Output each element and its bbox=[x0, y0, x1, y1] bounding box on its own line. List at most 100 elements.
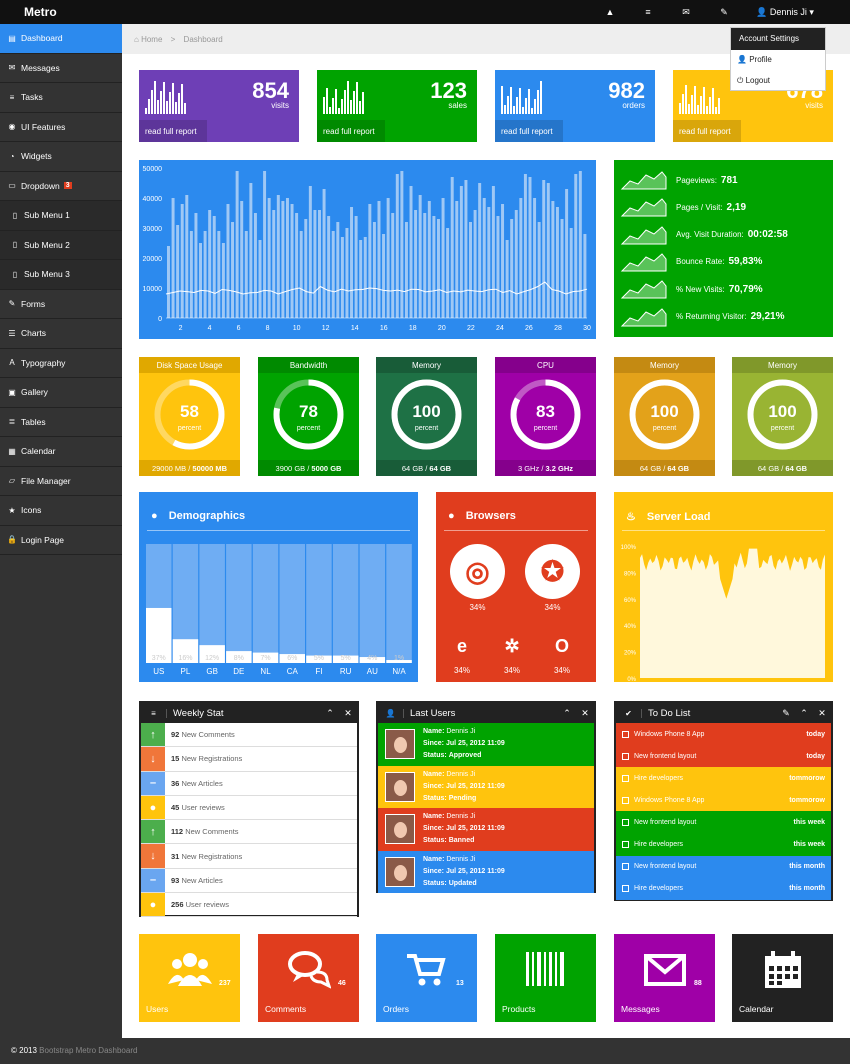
chart-bar bbox=[249, 183, 253, 318]
sidebar-item-calendar[interactable]: ▦ Calendar bbox=[0, 437, 122, 467]
warning-icon[interactable]: ▲ bbox=[592, 0, 628, 24]
read-full-report-link[interactable]: read full report bbox=[673, 120, 741, 142]
sidebar-item-sub-menu-2[interactable]: ▯ Sub Menu 2 bbox=[0, 230, 122, 260]
wrench-icon[interactable]: ✎ bbox=[777, 708, 795, 719]
tile-calendar[interactable]: Calendar bbox=[732, 934, 833, 1022]
last-users-header: 👤 Last Users ⌃ ✕ bbox=[378, 703, 594, 723]
avatar bbox=[385, 814, 415, 845]
close-icon[interactable]: ✕ bbox=[813, 708, 831, 719]
circle-stat-footer: 64 GB / 64 GB bbox=[732, 460, 833, 476]
breadcrumb-home[interactable]: Home bbox=[141, 35, 162, 44]
logout-menu-item[interactable]: ⏻ Logout bbox=[731, 71, 825, 92]
sidebar-item-dashboard[interactable]: ▤ Dashboard bbox=[0, 24, 122, 54]
user-row[interactable]: Name: Dennis Ji Since: Jul 25, 2012 11:09… bbox=[378, 808, 594, 851]
list-icon: ☰ bbox=[8, 328, 16, 338]
chart-bar bbox=[322, 189, 326, 318]
kpi-label: % New Visits: bbox=[676, 284, 725, 294]
collapse-icon[interactable]: ⌃ bbox=[558, 708, 576, 719]
user-row[interactable]: Name: Dennis Ji Since: Jul 25, 2012 11:09… bbox=[378, 723, 594, 766]
user-name-line: Name: Dennis Ji bbox=[423, 726, 505, 738]
sidebar-item-forms[interactable]: ✎ Forms bbox=[0, 290, 122, 319]
sidebar-item-tasks[interactable]: ≡ Tasks bbox=[0, 83, 122, 113]
tile-label: Messages bbox=[621, 1004, 660, 1014]
sidebar-item-dropdown[interactable]: ▭ Dropdown 3 bbox=[0, 172, 122, 201]
sidebar-item-tables[interactable]: ≣ Tables bbox=[0, 408, 122, 437]
tile-products[interactable]: Products bbox=[495, 934, 596, 1022]
tile-messages[interactable]: 88 Messages bbox=[614, 934, 715, 1022]
footer-link[interactable]: Bootstrap Metro Dashboard bbox=[39, 1046, 137, 1055]
file-icon: ▯ bbox=[12, 269, 18, 279]
kpi-value: 70,79% bbox=[728, 283, 763, 295]
todo-checkbox[interactable] bbox=[622, 885, 629, 893]
sidebar-item-charts[interactable]: ☰ Charts bbox=[0, 319, 122, 349]
todo-checkbox[interactable] bbox=[622, 752, 629, 760]
wrench-icon[interactable]: ✎ bbox=[706, 0, 742, 24]
badge: 3 bbox=[63, 182, 72, 190]
weekly-stat-text: 36 New Articles bbox=[165, 779, 223, 788]
profile-menu-item[interactable]: 👤 Profile bbox=[731, 50, 825, 71]
tasks-icon: ≡ bbox=[9, 92, 15, 102]
sidebar-item-messages[interactable]: ✉ Messages bbox=[0, 54, 122, 83]
todo-checkbox[interactable] bbox=[622, 730, 629, 738]
chart-bar bbox=[345, 228, 349, 318]
weekly-stat-text: 92 New Comments bbox=[165, 730, 235, 739]
sidebar-item-file-manager[interactable]: ▱ File Manager bbox=[0, 467, 122, 496]
power-icon: ⏻ bbox=[737, 76, 746, 85]
sidebar-item-label: Messages bbox=[21, 62, 60, 73]
read-full-report-link[interactable]: read full report bbox=[317, 120, 385, 142]
home-icon[interactable]: ⌂ bbox=[134, 35, 141, 44]
todo-checkbox[interactable] bbox=[622, 863, 629, 871]
user-status-value: Banned bbox=[448, 837, 475, 845]
demographics-chart: 37% US 16% PL 12% GB 8% DE 7% NL 6% CA 5% FI 5% RU 4% AU 1… bbox=[146, 544, 412, 676]
todo-checkbox[interactable] bbox=[622, 796, 629, 804]
sidebar-item-widgets[interactable]: ◔ Widgets bbox=[0, 142, 122, 172]
user-since-label: Since: bbox=[423, 740, 445, 748]
circle-stat-disk-space-usage: Disk Space Usage 58 percent 29000 MB / 5000… bbox=[139, 357, 240, 476]
collapse-icon[interactable]: ⌃ bbox=[795, 708, 813, 719]
stat-label: sales bbox=[448, 101, 467, 110]
firefox-icon: ✪ bbox=[525, 544, 580, 599]
sidebar-item-login-page[interactable]: 🔒 Login Page bbox=[0, 526, 122, 555]
tile-orders[interactable]: 13 Orders bbox=[376, 934, 477, 1022]
envelope-icon[interactable]: ✉ bbox=[668, 0, 704, 24]
folder-icon: ▭ bbox=[8, 181, 16, 191]
todo-checkbox[interactable] bbox=[622, 774, 629, 782]
sidebar-item-typography[interactable]: A Typography bbox=[0, 349, 122, 378]
collapse-icon[interactable]: ⌃ bbox=[321, 708, 339, 719]
eye-icon: ◉ bbox=[8, 122, 16, 132]
user-menu-button[interactable]: 👤 Dennis Ji ▾ bbox=[745, 0, 825, 24]
sparkline-icon bbox=[620, 225, 667, 245]
read-full-report-link[interactable]: read full report bbox=[495, 120, 563, 142]
todo-checkbox[interactable] bbox=[622, 841, 629, 849]
close-icon[interactable]: ✕ bbox=[339, 708, 357, 719]
todo-checkbox[interactable] bbox=[622, 818, 629, 826]
total-value: 50000 MB bbox=[192, 464, 228, 473]
tile-users[interactable]: 237 Users bbox=[139, 934, 240, 1022]
tile-comments[interactable]: 46 Comments bbox=[258, 934, 359, 1022]
chart-bar bbox=[176, 225, 180, 318]
tile-count: 237 bbox=[219, 980, 231, 987]
kpi-row: Avg. Visit Duration: 00:02:58 bbox=[620, 223, 830, 247]
close-icon[interactable]: ✕ bbox=[576, 708, 594, 719]
read-full-report-link[interactable]: read full report bbox=[139, 120, 207, 142]
user-row[interactable]: Name: Dennis Ji Since: Jul 25, 2012 11:09… bbox=[378, 850, 594, 893]
user-since-line: Since: Jul 25, 2012 11:09 bbox=[423, 866, 505, 878]
sidebar-item-sub-menu-3[interactable]: ▯ Sub Menu 3 bbox=[0, 260, 122, 290]
sidebar-item-sub-menu-1[interactable]: ▯ Sub Menu 1 bbox=[0, 201, 122, 231]
top-navbar: Metro ▲ ≡ ✉ ✎ 👤 Dennis Ji ▾ bbox=[0, 0, 850, 24]
user-row[interactable]: Name: Dennis Ji Since: Jul 25, 2012 11:09… bbox=[378, 765, 594, 808]
visits-chart: 0 10000 20000 30000 40000 50000 2 4 6 8 10 12 14 16 18… bbox=[139, 160, 596, 339]
country-label: N/A bbox=[392, 667, 406, 676]
sidebar-item-gallery[interactable]: ▣ Gallery bbox=[0, 378, 122, 408]
logout-label: Logout bbox=[745, 76, 771, 85]
avatar bbox=[385, 771, 415, 802]
brand-logo[interactable]: Metro bbox=[24, 5, 57, 19]
user-name-line: Name: Dennis Ji bbox=[423, 811, 505, 823]
sidebar-item-icons[interactable]: ★ Icons bbox=[0, 496, 122, 526]
user-icon: 👤 bbox=[756, 6, 770, 17]
circle-stat-title: CPU bbox=[495, 357, 596, 373]
user-icon: 👤 bbox=[378, 708, 404, 718]
demographics-bar-label: 5% bbox=[341, 655, 351, 662]
tasks-icon[interactable]: ≡ bbox=[630, 0, 666, 24]
sidebar-item-ui-features[interactable]: ◉ UI Features bbox=[0, 113, 122, 142]
